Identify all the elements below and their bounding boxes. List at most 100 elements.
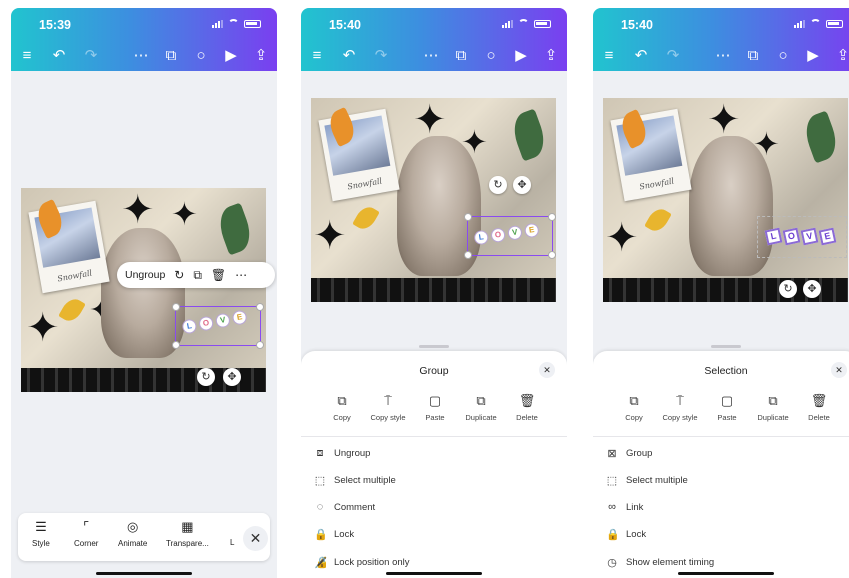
paste-button[interactable]: ▢ Paste xyxy=(704,393,750,422)
paint-roller-icon: ⍑ xyxy=(384,393,392,408)
redo-icon[interactable]: ↷ xyxy=(371,46,391,66)
redo-icon[interactable]: ↷ xyxy=(663,46,683,66)
play-icon[interactable]: ▶ xyxy=(511,46,531,66)
comment-icon[interactable]: ○ xyxy=(481,46,501,66)
copy-button[interactable]: ⧉ Copy xyxy=(611,393,657,422)
duplicate-button[interactable]: ⧉ Duplicate xyxy=(750,393,796,422)
close-sheet-button[interactable]: ✕ xyxy=(831,362,847,378)
selection-box[interactable]: L O V E xyxy=(172,303,264,349)
ungroup-icon: ⧈ xyxy=(316,447,324,459)
duplicate-button[interactable]: ⧉ Duplicate xyxy=(458,393,504,422)
home-indicator xyxy=(96,572,192,575)
trash-icon: 🗑 xyxy=(810,393,828,408)
move-icon[interactable]: ✥ xyxy=(513,176,531,194)
play-icon[interactable]: ▶ xyxy=(803,46,823,66)
resize-handle[interactable] xyxy=(172,341,180,349)
action-row: ⧉ Copy ⍑ Copy style ▢ Paste ⧉ Duplicate 🗑 Del… xyxy=(301,393,567,429)
menu-item-comment[interactable]: ◌ Comment xyxy=(314,501,375,513)
copy-button[interactable]: ⧉ Copy xyxy=(319,393,365,422)
copy-style-button[interactable]: ⍑ Copy style xyxy=(365,393,411,422)
paste-button[interactable]: ▢ Paste xyxy=(412,393,458,422)
status-time: 15:40 xyxy=(329,18,361,32)
menu-item-lock[interactable]: 🔒 Lock xyxy=(314,528,354,541)
selection-box[interactable]: L O V E xyxy=(757,216,847,258)
menu-item-group[interactable]: ⊠ Group xyxy=(606,447,652,460)
more-icon[interactable]: ⋯ xyxy=(131,46,151,66)
editor-toolbar: ≡ ↶ ↷ ⋯ ⧉ ○ ▶ ⇪ xyxy=(593,46,849,66)
group-bottom-sheet: Group ✕ ⧉ Copy ⍑ Copy style ▢ Paste ⧉ Duplic… xyxy=(301,345,567,578)
more-icon[interactable]: ⋯ xyxy=(421,46,441,66)
animate-icon: ◎ xyxy=(127,519,139,534)
sheet-title: Selection xyxy=(704,365,748,377)
share-icon[interactable]: ⇪ xyxy=(833,46,849,66)
status-icons xyxy=(794,19,843,28)
more-icon[interactable]: ⋯ xyxy=(713,46,733,66)
wifi-icon xyxy=(810,19,821,28)
lock-tool[interactable]: L xyxy=(230,519,234,547)
tile-letter: L xyxy=(764,227,783,246)
menu-item-show-timing[interactable]: ◷ Show element timing xyxy=(606,556,714,569)
more-icon[interactable]: ⋯ xyxy=(235,268,247,282)
undo-icon[interactable]: ↶ xyxy=(339,46,359,66)
move-icon[interactable]: ✥ xyxy=(223,368,241,386)
menu-item-select-multiple[interactable]: ⬚ Select multiple xyxy=(606,474,688,487)
sheet-grabber[interactable] xyxy=(711,345,741,348)
resize-handle[interactable] xyxy=(548,213,556,221)
resize-handle[interactable] xyxy=(548,251,556,259)
share-icon[interactable]: ⇪ xyxy=(251,46,271,66)
menu-item-lock[interactable]: 🔒 Lock xyxy=(606,528,646,541)
ungroup-button[interactable]: Ungroup xyxy=(125,269,165,281)
rotate-icon[interactable]: ↻ xyxy=(489,176,507,194)
design-canvas[interactable]: ✦ ✦ ✦ Snowfall L O V E ↻ ✥ xyxy=(311,98,556,302)
comment-icon[interactable]: ○ xyxy=(191,46,211,66)
design-canvas[interactable]: ✦ ✦ ✦ Snowfall L O V E ↻ ✥ xyxy=(603,98,848,302)
selection-box[interactable]: L O V E xyxy=(464,213,556,259)
menu-icon[interactable]: ≡ xyxy=(307,46,327,66)
duplicate-icon[interactable]: ⧉ xyxy=(193,268,202,283)
redo-icon[interactable]: ↷ xyxy=(81,46,101,66)
home-indicator xyxy=(386,572,482,575)
menu-icon[interactable]: ≡ xyxy=(17,46,37,66)
layers-icon[interactable]: ⧉ xyxy=(743,46,763,66)
close-toolbar-button[interactable]: ✕ xyxy=(243,526,268,551)
resize-handle[interactable] xyxy=(256,341,264,349)
animate-tool[interactable]: ◎ Animate xyxy=(118,519,147,548)
bottom-toolbar: ☰ Style ⌜ Corner ◎ Animate ▦ Transpare... L … xyxy=(18,513,270,561)
delete-button[interactable]: 🗑 Delete xyxy=(796,393,842,422)
transparency-tool[interactable]: ▦ Transpare... xyxy=(166,519,209,548)
layers-icon[interactable]: ⧉ xyxy=(451,46,471,66)
style-tool[interactable]: ☰ Style xyxy=(32,519,50,548)
menu-item-link[interactable]: ∞ Link xyxy=(606,501,643,513)
menu-item-ungroup[interactable]: ⧈ Ungroup xyxy=(314,447,371,460)
bead-letter: E xyxy=(523,222,540,239)
share-icon[interactable]: ⇪ xyxy=(541,46,561,66)
resize-handle[interactable] xyxy=(464,213,472,221)
menu-item-select-multiple[interactable]: ⬚ Select multiple xyxy=(314,474,396,487)
rotate-icon[interactable]: ↻ xyxy=(779,280,797,298)
resize-handle[interactable] xyxy=(172,303,180,311)
menu-icon[interactable]: ≡ xyxy=(599,46,619,66)
move-icon[interactable]: ✥ xyxy=(803,280,821,298)
star-sticker: ✦ xyxy=(121,188,155,232)
resize-handle[interactable] xyxy=(256,303,264,311)
delete-button[interactable]: 🗑 Delete xyxy=(504,393,550,422)
resize-handle[interactable] xyxy=(464,251,472,259)
play-icon[interactable]: ▶ xyxy=(221,46,241,66)
rotate-icon[interactable]: ↻ xyxy=(174,268,184,282)
sheet-grabber[interactable] xyxy=(419,345,449,348)
corner-tool[interactable]: ⌜ Corner xyxy=(74,519,98,548)
layers-icon[interactable]: ⧉ xyxy=(161,46,181,66)
lock-position-icon: 🔏 xyxy=(314,557,328,569)
copy-style-button[interactable]: ⍑ Copy style xyxy=(657,393,703,422)
comment-icon[interactable]: ○ xyxy=(773,46,793,66)
love-beads: L O V E xyxy=(473,222,540,246)
close-sheet-button[interactable]: ✕ xyxy=(539,362,555,378)
polaroid-caption: Snowfall xyxy=(56,268,93,284)
undo-icon[interactable]: ↶ xyxy=(49,46,69,66)
undo-icon[interactable]: ↶ xyxy=(631,46,651,66)
delete-icon[interactable]: 🗑 xyxy=(211,268,226,282)
bead-letter: V xyxy=(214,312,231,329)
menu-item-lock-position[interactable]: 🔏 Lock position only xyxy=(314,556,410,569)
rotate-icon[interactable]: ↻ xyxy=(197,368,215,386)
design-canvas[interactable]: ✦ ✦ ✦ ✦ Snowfall L O V E ↻ ✥ xyxy=(21,188,266,392)
